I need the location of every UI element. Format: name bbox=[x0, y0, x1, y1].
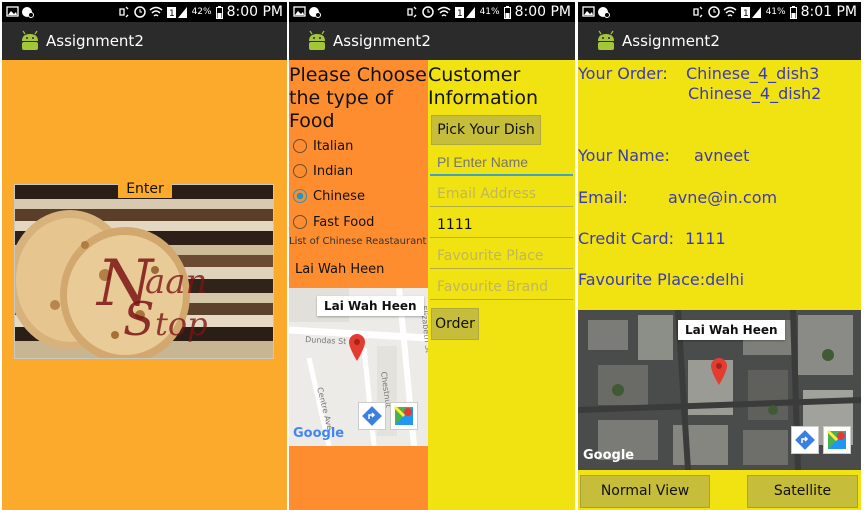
order-item: Chinese_4_dish3 bbox=[686, 64, 820, 83]
system-icons: 1 bbox=[692, 6, 761, 19]
favourite-brand-input[interactable]: Favourite Brand bbox=[430, 274, 573, 300]
name-value: avneet bbox=[694, 146, 750, 165]
svg-text:1: 1 bbox=[457, 9, 463, 19]
radio-label: Italian bbox=[313, 138, 354, 154]
app-title: Assignment2 bbox=[46, 32, 144, 50]
directions-button[interactable] bbox=[791, 426, 819, 454]
customer-info-panel: Customer Information Pick Your Dish Emai… bbox=[428, 60, 575, 510]
android-app-icon bbox=[22, 30, 38, 50]
maps-app-icon bbox=[393, 405, 413, 425]
google-logo: Google bbox=[583, 448, 634, 463]
email-label: Email: bbox=[578, 188, 628, 207]
battery-percent: 41% bbox=[479, 7, 500, 17]
notification-icons bbox=[293, 6, 321, 18]
google-logo: Google bbox=[293, 426, 344, 441]
maps-app-icon bbox=[826, 429, 846, 449]
clock: 8:01 PM bbox=[800, 4, 857, 20]
credit-card-input[interactable]: 1111 bbox=[430, 212, 573, 238]
radio-option-indian[interactable]: Indian bbox=[293, 161, 353, 181]
system-icons: 1 bbox=[118, 6, 187, 19]
screen-order-form: 1 41% 8:00 PM Assignment2 Please Choose … bbox=[289, 2, 575, 510]
favourite-place-input[interactable]: Favourite Place bbox=[430, 243, 573, 269]
restaurant-list-item[interactable]: Lai Wah Heen bbox=[295, 262, 384, 277]
splash-content: N aan S top Enter bbox=[2, 60, 287, 510]
radio-option-chinese[interactable]: Chinese bbox=[293, 186, 365, 206]
battery-icon bbox=[215, 5, 223, 19]
svg-text:1: 1 bbox=[743, 9, 749, 19]
map-pin-icon[interactable] bbox=[349, 334, 365, 362]
android-app-icon bbox=[598, 30, 614, 50]
open-maps-button[interactable] bbox=[823, 426, 851, 454]
clock: 8:00 PM bbox=[514, 4, 571, 20]
map-marker-label: Lai Wah Heen bbox=[678, 320, 785, 340]
status-bar: 1 41% 8:01 PM bbox=[578, 2, 861, 22]
directions-button[interactable] bbox=[358, 402, 386, 430]
order-item: Chinese_4_dish2 bbox=[688, 84, 822, 103]
order-form-content: Please Choose the type of Food Italian I… bbox=[289, 60, 575, 510]
enter-button[interactable]: Enter bbox=[118, 180, 172, 198]
satellite-map[interactable]: Lai Wah Heen Google bbox=[578, 310, 861, 470]
favourite-place-text: Favourite Place:delhi bbox=[578, 270, 745, 289]
android-app-icon bbox=[309, 30, 325, 50]
radio-option-fast-food[interactable]: Fast Food bbox=[293, 212, 374, 232]
app-title: Assignment2 bbox=[333, 32, 431, 50]
radio-option-italian[interactable]: Italian bbox=[293, 136, 353, 156]
restaurant-map[interactable]: Dundas St Elizabeth St Centre Ave Chestn… bbox=[289, 288, 428, 446]
radio-circle-selected[interactable] bbox=[293, 189, 307, 203]
system-icons: 1 bbox=[406, 6, 475, 19]
restaurant-list-caption: List of Chinese Reastaurant bbox=[289, 236, 427, 247]
email-input[interactable]: Email Address bbox=[430, 181, 573, 207]
radio-label: Fast Food bbox=[313, 214, 375, 230]
credit-card-label: Credit Card: bbox=[578, 229, 675, 248]
satellite-button[interactable]: Satellite bbox=[747, 475, 858, 508]
notification-icons bbox=[6, 6, 34, 18]
map-marker-label: Lai Wah Heen bbox=[317, 296, 424, 316]
app-title: Assignment2 bbox=[622, 32, 720, 50]
battery-icon bbox=[789, 5, 797, 19]
order-label: Your Order: bbox=[578, 64, 668, 83]
status-bar: 1 42% 8:00 PM bbox=[2, 2, 287, 22]
pick-dish-button[interactable]: Pick Your Dish bbox=[431, 115, 541, 145]
directions-icon bbox=[795, 430, 815, 450]
battery-percent: 42% bbox=[191, 7, 212, 17]
credit-card-value: 1111 bbox=[685, 229, 726, 248]
svg-text:1: 1 bbox=[169, 9, 175, 19]
email-value: avne@in.com bbox=[668, 188, 778, 207]
action-bar: Assignment2 bbox=[289, 22, 575, 60]
status-icons: 1 41% 8:01 PM bbox=[692, 4, 857, 20]
svg-text:S: S bbox=[123, 292, 155, 346]
battery-percent: 41% bbox=[765, 7, 786, 17]
food-type-panel: Please Choose the type of Food Italian I… bbox=[289, 60, 428, 510]
status-bar: 1 41% 8:00 PM bbox=[289, 2, 575, 22]
radio-circle[interactable] bbox=[293, 215, 307, 229]
name-input[interactable] bbox=[430, 150, 573, 176]
google-logo-text: Google bbox=[293, 426, 345, 441]
screen-order-summary: 1 41% 8:01 PM Assignment2 Your Order: Ch… bbox=[578, 2, 861, 510]
notification-icons bbox=[582, 6, 610, 18]
radio-label: Indian bbox=[313, 163, 354, 179]
action-bar: Assignment2 bbox=[578, 22, 861, 60]
status-icons: 1 42% 8:00 PM bbox=[118, 4, 283, 20]
order-button[interactable]: Order bbox=[431, 308, 479, 340]
customer-info-heading: Customer Information bbox=[428, 64, 538, 109]
svg-text:top: top bbox=[155, 305, 208, 343]
radio-circle[interactable] bbox=[293, 139, 307, 153]
google-logo-text: Google bbox=[583, 448, 635, 463]
radio-circle[interactable] bbox=[293, 164, 307, 178]
screen-splash: 1 42% 8:00 PM Assignment2 N aan S top En… bbox=[2, 2, 287, 510]
naan-stop-logo-image[interactable]: N aan S top bbox=[14, 184, 274, 359]
choose-food-heading: Please Choose the type of Food bbox=[289, 64, 427, 132]
action-bar: Assignment2 bbox=[2, 22, 287, 60]
battery-icon bbox=[503, 5, 511, 19]
name-label: Your Name: bbox=[578, 146, 670, 165]
summary-content: Your Order: Chinese_4_dish3 Chinese_4_di… bbox=[578, 60, 861, 510]
map-pin-icon[interactable] bbox=[711, 358, 727, 386]
radio-label: Chinese bbox=[313, 188, 365, 204]
status-icons: 1 41% 8:00 PM bbox=[406, 4, 571, 20]
clock: 8:00 PM bbox=[226, 4, 283, 20]
normal-view-button[interactable]: Normal View bbox=[580, 475, 710, 508]
directions-icon bbox=[362, 406, 382, 426]
open-maps-button[interactable] bbox=[390, 402, 418, 430]
